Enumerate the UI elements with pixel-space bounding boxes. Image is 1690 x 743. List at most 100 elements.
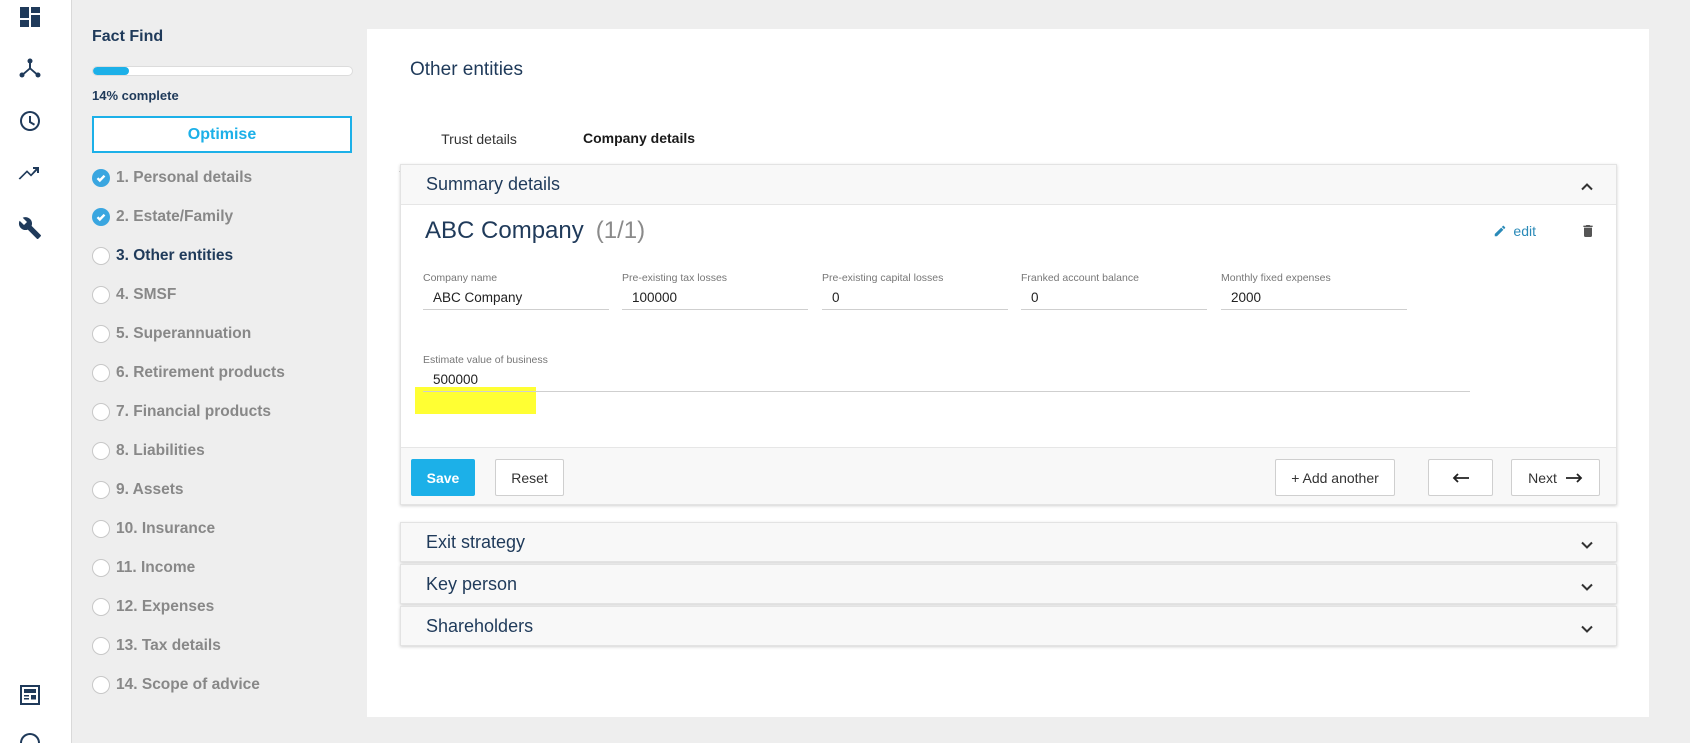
- clock-icon[interactable]: [17, 108, 43, 134]
- circle-icon: [92, 597, 110, 616]
- chevron-down-icon[interactable]: [1580, 578, 1594, 592]
- summary-details-header[interactable]: Summary details: [401, 165, 1616, 205]
- sidebar-step[interactable]: 13. Tax details: [92, 626, 354, 665]
- hierarchy-icon[interactable]: [17, 55, 43, 81]
- main-panel: Other entities Trust details Company det…: [367, 29, 1649, 717]
- key-person-panel: Key person: [400, 564, 1617, 604]
- sidebar-step[interactable]: 2. Estate/Family: [92, 197, 354, 236]
- monthly-expenses-input[interactable]: [1221, 286, 1407, 310]
- franked-balance-input[interactable]: [1021, 286, 1207, 310]
- tax-losses-field: Pre-existing tax losses: [622, 272, 808, 310]
- newspaper-icon[interactable]: [17, 682, 43, 708]
- save-button[interactable]: Save: [411, 459, 475, 496]
- sidebar-step-label: 5. Superannuation: [116, 324, 252, 342]
- progress-bar: [92, 66, 353, 76]
- tab-trust-details[interactable]: Trust details: [399, 105, 559, 172]
- sidebar-step[interactable]: 11. Income: [92, 548, 354, 587]
- pencil-icon: [1495, 225, 1506, 237]
- sidebar-step-label: 11. Income: [116, 558, 196, 576]
- sidebar-step-label: 3. Other entities: [116, 246, 234, 264]
- arrow-left-icon: [1452, 472, 1469, 483]
- summary-details-panel: Summary details ABC Company (1/1) edit Co…: [400, 164, 1617, 505]
- sidebar-step[interactable]: 4. SMSF: [92, 275, 354, 314]
- sidebar-step-label: 13. Tax details: [116, 636, 221, 654]
- check-circle-icon: [92, 168, 110, 187]
- circle-icon: [92, 519, 110, 538]
- capital-losses-input[interactable]: [822, 286, 1008, 310]
- next-label: Next: [1528, 469, 1557, 486]
- sidebar-step-label: 6. Retirement products: [116, 363, 285, 381]
- shareholders-panel: Shareholders: [400, 606, 1617, 646]
- chevron-up-icon[interactable]: [1580, 178, 1594, 192]
- optimise-button[interactable]: Optimise: [92, 116, 352, 153]
- sidebar-step-label: 2. Estate/Family: [116, 207, 234, 225]
- back-button[interactable]: [1428, 459, 1493, 496]
- tax-losses-input[interactable]: [622, 286, 808, 310]
- shareholders-heading: Shareholders: [426, 615, 534, 636]
- business-value-label: Estimate value of business: [423, 354, 548, 366]
- company-name-field: Company name: [423, 272, 609, 310]
- help-icon[interactable]: [17, 730, 43, 743]
- chevron-down-icon[interactable]: [1580, 620, 1594, 634]
- summary-details-heading: Summary details: [426, 174, 561, 194]
- sidebar-step-label: 1. Personal details: [116, 168, 253, 186]
- circle-icon: [92, 324, 110, 343]
- dashboard-icon[interactable]: [17, 4, 43, 30]
- shareholders-header[interactable]: Shareholders: [401, 607, 1616, 645]
- tab-company-details[interactable]: Company details: [559, 105, 719, 172]
- wrench-icon[interactable]: [17, 215, 43, 241]
- reset-button[interactable]: Reset: [495, 459, 564, 496]
- step-list: 1. Personal details 2. Estate/Family 3. Ot…: [92, 158, 354, 704]
- sidebar-step-label: 10. Insurance: [116, 519, 216, 537]
- sidebar-step[interactable]: 5. Superannuation: [92, 314, 354, 353]
- sidebar-step[interactable]: 8. Liabilities: [92, 431, 354, 470]
- progress-fill: [93, 67, 130, 75]
- page-title: Other entities: [410, 59, 523, 80]
- edit-button[interactable]: edit: [1493, 223, 1536, 239]
- franked-balance-field: Franked account balance: [1021, 272, 1207, 310]
- circle-icon: [92, 285, 110, 304]
- delete-icon[interactable]: [1580, 223, 1596, 239]
- chevron-down-icon[interactable]: [1580, 536, 1594, 550]
- exit-strategy-header[interactable]: Exit strategy: [401, 523, 1616, 561]
- trending-up-icon[interactable]: [17, 161, 43, 187]
- monthly-expenses-field: Monthly fixed expenses: [1221, 272, 1407, 310]
- sidebar-step[interactable]: 3. Other entities: [92, 236, 354, 275]
- business-value-field: Estimate value of business: [423, 354, 1470, 392]
- business-value-input[interactable]: [423, 368, 1470, 392]
- sidebar-step-label: 8. Liabilities: [116, 441, 205, 459]
- circle-icon: [92, 558, 110, 577]
- tab-bar: Trust details Company details: [399, 105, 1616, 172]
- tax-losses-label: Pre-existing tax losses: [622, 272, 728, 284]
- summary-actions: Save Reset + Add another Next: [401, 447, 1616, 504]
- company-name-heading: ABC Company: [425, 217, 584, 244]
- sidebar-step[interactable]: 7. Financial products: [92, 392, 354, 431]
- sidebar-step[interactable]: 9. Assets: [92, 470, 354, 509]
- next-button[interactable]: Next: [1511, 459, 1600, 496]
- key-person-heading: Key person: [426, 573, 518, 594]
- sidebar-title: Fact Find: [92, 28, 164, 45]
- progress-text: 14% complete: [92, 88, 179, 103]
- circle-icon: [92, 636, 110, 655]
- exit-strategy-panel: Exit strategy: [400, 522, 1617, 562]
- sidebar-step-label: 12. Expenses: [116, 597, 215, 615]
- sidebar-step-label: 9. Assets: [116, 480, 184, 498]
- fact-find-sidebar: Fact Find 14% complete Optimise 1. Perso…: [92, 28, 354, 704]
- franked-balance-label: Franked account balance: [1021, 272, 1139, 284]
- circle-icon: [92, 675, 110, 694]
- sidebar-step[interactable]: 12. Expenses: [92, 587, 354, 626]
- edit-label: edit: [1513, 223, 1536, 239]
- sidebar-step[interactable]: 10. Insurance: [92, 509, 354, 548]
- circle-icon: [92, 402, 110, 421]
- sidebar-step[interactable]: 6. Retirement products: [92, 353, 354, 392]
- sidebar-step-label: 14. Scope of advice: [116, 675, 260, 693]
- circle-icon: [92, 441, 110, 460]
- company-heading: ABC Company (1/1): [425, 217, 645, 245]
- sidebar-step[interactable]: 1. Personal details: [92, 158, 354, 197]
- sidebar-step[interactable]: 14. Scope of advice: [92, 665, 354, 704]
- company-name-input[interactable]: [423, 286, 609, 310]
- key-person-header[interactable]: Key person: [401, 565, 1616, 603]
- add-another-button[interactable]: + Add another: [1275, 459, 1395, 496]
- arrow-right-icon: [1565, 472, 1583, 483]
- icon-rail: [0, 0, 72, 743]
